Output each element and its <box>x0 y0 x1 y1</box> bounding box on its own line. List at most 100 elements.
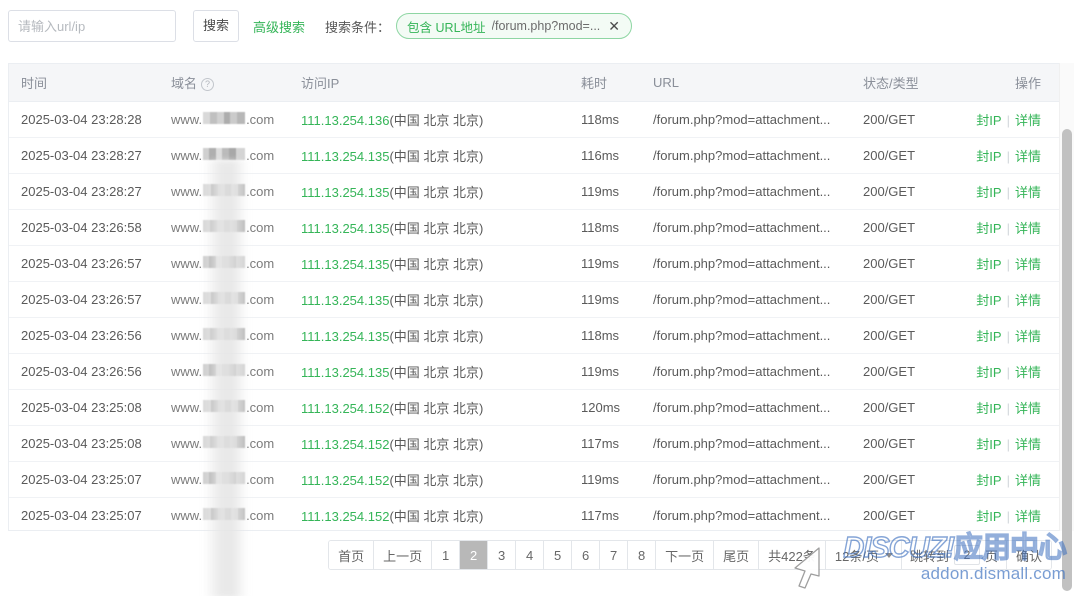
detail-link[interactable]: 详情 <box>1015 509 1041 524</box>
column-header-action: 操作 <box>951 64 1059 102</box>
ip-link[interactable]: 111.13.254.135 <box>301 293 389 308</box>
table-header: 时间 域名? 访问IP 耗时 URL 状态/类型 操作 <box>9 64 1059 102</box>
pagination-total: 共422条 <box>759 541 826 569</box>
ban-ip-link[interactable]: 封IP <box>976 293 1001 308</box>
ban-ip-link[interactable]: 封IP <box>976 509 1001 524</box>
pagination-confirm-button[interactable]: 确认 <box>1006 541 1051 569</box>
cell-status: 200/GET <box>851 173 951 210</box>
pagination-page-7[interactable]: 7 <box>600 541 629 569</box>
page-size-select[interactable]: 12条/页 <box>825 541 902 569</box>
pagination-page-4[interactable]: 4 <box>516 541 545 569</box>
ban-ip-link[interactable]: 封IP <box>976 473 1001 488</box>
detail-link[interactable]: 详情 <box>1015 185 1041 200</box>
cell-time: 2025-03-04 23:26:56 <box>9 353 159 390</box>
cell-url: /forum.php?mod=attachment... <box>641 209 851 246</box>
domain-value: www. .com <box>171 471 274 487</box>
cell-action: 封IP | 详情 <box>951 317 1059 354</box>
pagination-page-1[interactable]: 1 <box>432 541 461 569</box>
pagination-page-2[interactable]: 2 <box>460 541 489 569</box>
action-separator: | <box>1006 220 1010 236</box>
ban-ip-link[interactable]: 封IP <box>976 401 1001 416</box>
ip-link[interactable]: 111.13.254.135 <box>301 329 389 344</box>
ip-link[interactable]: 111.13.254.135 <box>301 221 389 236</box>
ip-geo: (中国 北京 北京) <box>389 256 484 272</box>
cell-domain: www. .com <box>159 389 289 426</box>
ban-ip-link[interactable]: 封IP <box>976 185 1001 200</box>
cell-status: 200/GET <box>851 353 951 390</box>
cell-action: 封IP | 详情 <box>951 209 1059 246</box>
pagination-prev[interactable]: 上一页 <box>374 541 433 569</box>
table-body: 2025-03-04 23:28:28 www. .com 111.13.254.13… <box>9 101 1059 533</box>
advanced-search-link[interactable]: 高级搜索 <box>253 17 305 36</box>
help-icon[interactable]: ? <box>201 77 215 91</box>
ip-link[interactable]: 111.13.254.152 <box>301 473 389 488</box>
domain-value: www. .com <box>171 147 274 163</box>
detail-link[interactable]: 详情 <box>1015 149 1041 164</box>
ban-ip-link[interactable]: 封IP <box>976 329 1001 344</box>
table-row: 2025-03-04 23:26:57 www. .com 111.13.254.13… <box>9 245 1059 282</box>
ban-ip-link[interactable]: 封IP <box>976 113 1001 128</box>
ban-ip-link[interactable]: 封IP <box>976 221 1001 236</box>
search-button[interactable]: 搜索 <box>193 10 240 42</box>
cell-cost: 117ms <box>581 507 620 523</box>
action-separator: | <box>1006 112 1010 128</box>
cell-domain: www. .com <box>159 353 289 390</box>
detail-link[interactable]: 详情 <box>1015 473 1041 488</box>
jump-page-input[interactable] <box>953 545 980 565</box>
page-root: 搜索 高级搜索 搜索条件： 包含 URL地址 /forum.php?mod=..… <box>0 0 1074 596</box>
column-header-domain[interactable]: 域名? <box>159 64 289 102</box>
cell-url: /forum.php?mod=attachment... <box>641 461 851 498</box>
cell-url: /forum.php?mod=attachment... <box>641 389 851 426</box>
pagination-next[interactable]: 下一页 <box>656 541 715 569</box>
pagination-first[interactable]: 首页 <box>329 541 375 569</box>
ip-link[interactable]: 111.13.254.152 <box>301 437 389 452</box>
detail-link[interactable]: 详情 <box>1015 401 1041 416</box>
ip-link[interactable]: 111.13.254.136 <box>301 113 389 128</box>
cell-status: 200/GET <box>863 507 916 523</box>
ip-link[interactable]: 111.13.254.152 <box>301 509 389 524</box>
cell-time: 2025-03-04 23:25:08 <box>9 389 159 426</box>
cell-cost: 119ms <box>569 281 641 318</box>
column-header-cost[interactable]: 耗时 <box>569 64 641 102</box>
ip-geo: (中国 北京 北京) <box>389 292 484 308</box>
cell-status: 200/GET <box>851 281 951 318</box>
column-header-url[interactable]: URL <box>641 64 851 102</box>
ip-link[interactable]: 111.13.254.135 <box>301 185 389 200</box>
chevron-down-icon[interactable] <box>884 552 893 558</box>
ban-ip-link[interactable]: 封IP <box>976 149 1001 164</box>
pagination-last[interactable]: 尾页 <box>714 541 760 569</box>
pagination-page-6[interactable]: 6 <box>572 541 601 569</box>
search-toolbar: 搜索 高级搜索 搜索条件： 包含 URL地址 /forum.php?mod=..… <box>0 0 1074 52</box>
detail-link[interactable]: 详情 <box>1015 437 1041 452</box>
ip-link[interactable]: 111.13.254.135 <box>301 257 389 272</box>
ban-ip-link[interactable]: 封IP <box>976 257 1001 272</box>
redaction-mosaic <box>203 507 246 520</box>
column-header-status[interactable]: 状态/类型 <box>851 64 951 102</box>
search-input[interactable] <box>8 10 176 42</box>
detail-link[interactable]: 详情 <box>1015 329 1041 344</box>
redaction-mosaic <box>203 255 246 268</box>
detail-link[interactable]: 详情 <box>1015 257 1041 272</box>
pagination-page-8[interactable]: 8 <box>628 541 657 569</box>
search-condition-tag[interactable]: 包含 URL地址 /forum.php?mod=... ✕ <box>396 13 633 39</box>
pagination-page-5[interactable]: 5 <box>544 541 573 569</box>
close-icon[interactable]: ✕ <box>608 19 620 33</box>
column-header-ip[interactable]: 访问IP <box>289 64 569 102</box>
table-row: 2025-03-04 23:26:56 www. .com 111.13.254.13… <box>9 317 1059 354</box>
detail-link[interactable]: 详情 <box>1015 221 1041 236</box>
detail-link[interactable]: 详情 <box>1015 113 1041 128</box>
ban-ip-link[interactable]: 封IP <box>976 437 1001 452</box>
ip-link[interactable]: 111.13.254.135 <box>301 149 389 164</box>
domain-prefix: www. <box>171 147 203 163</box>
detail-link[interactable]: 详情 <box>1015 365 1041 380</box>
domain-value: www. .com <box>171 327 274 343</box>
ip-link[interactable]: 111.13.254.135 <box>301 365 389 380</box>
ban-ip-link[interactable]: 封IP <box>976 365 1001 380</box>
vertical-scrollbar-track[interactable] <box>1059 63 1074 591</box>
vertical-scrollbar-thumb[interactable] <box>1062 129 1072 591</box>
domain-prefix: www. <box>171 471 203 487</box>
pagination-page-3[interactable]: 3 <box>488 541 517 569</box>
ip-link[interactable]: 111.13.254.152 <box>301 401 389 416</box>
detail-link[interactable]: 详情 <box>1015 293 1041 308</box>
column-header-time[interactable]: 时间 <box>9 64 159 102</box>
